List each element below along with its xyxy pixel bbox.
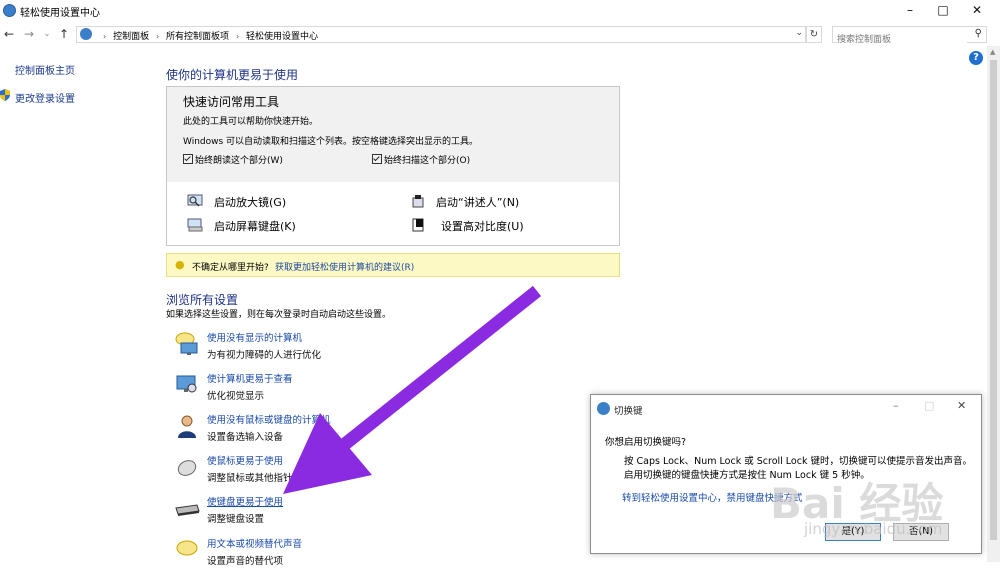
tip-link[interactable]: 获取更加轻松使用计算机的建议(R)	[275, 260, 414, 273]
tip-text: 不确定从哪里开始?	[192, 263, 269, 273]
address-bar: ← → ⌄ ↑ › 控制面板 › 所有控制面板项 › 轻松使用设置中心 ⌄ ↻ …	[0, 24, 1000, 47]
on-screen-keyboard-icon	[187, 218, 203, 232]
dialog-question: 你想启用切换键吗?	[605, 437, 687, 448]
window-title: 轻松使用设置中心	[20, 8, 100, 19]
always-scan-checkbox[interactable]: 始终扫描这个部分(O)	[372, 153, 470, 166]
breadcrumb-all-items[interactable]: 所有控制面板项	[166, 32, 229, 42]
title-bar: 轻松使用设置中心 – □ ✕	[0, 0, 1000, 22]
category-easier-to-see[interactable]: 使计算机更易于查看 优化视觉显示	[175, 371, 475, 407]
monitor-magnify-icon	[176, 375, 197, 393]
ease-of-access-icon	[597, 402, 610, 415]
dialog-close-button[interactable]: ✕	[957, 399, 966, 412]
high-contrast-icon	[412, 218, 424, 232]
speech-bubble-icon	[176, 540, 198, 556]
sidebar-item-control-panel-home[interactable]: 控制面板主页	[15, 62, 75, 77]
chevron-down-icon[interactable]: ⌄	[795, 28, 803, 38]
monitor-speech-icon	[175, 332, 198, 355]
back-arrow-icon[interactable]: ←	[2, 27, 16, 41]
checkbox-checked-icon[interactable]	[372, 154, 382, 164]
magnifier-icon	[187, 194, 203, 207]
narrator-icon	[412, 195, 424, 208]
uac-shield-icon	[0, 89, 10, 101]
breadcrumb-control-panel[interactable]: 控制面板	[113, 32, 149, 42]
category-keyboard[interactable]: 使键盘更易于使用 调整键盘设置	[175, 494, 475, 530]
dialog-minimize-button[interactable]: –	[893, 399, 899, 412]
up-arrow-icon[interactable]: ↑	[57, 27, 71, 41]
control-panel-icon	[80, 28, 92, 40]
category-no-display[interactable]: 使用没有显示的计算机 为有视力障碍的人进行优化	[175, 330, 475, 366]
category-sound-alternatives[interactable]: 用文本或视频替代声音 设置声音的替代项	[175, 536, 475, 572]
refresh-icon[interactable]: ↻	[806, 26, 822, 43]
start-on-screen-keyboard-link[interactable]: 启动屏幕键盘(K)	[214, 218, 296, 234]
quick-access-header: 快速访问常用工具 此处的工具可以帮助你快速开始。 Windows 可以自动读取和…	[167, 87, 619, 182]
vertical-scrollbar[interactable]: ▲	[987, 46, 1000, 562]
quick-access-panel: 快速访问常用工具 此处的工具可以帮助你快速开始。 Windows 可以自动读取和…	[166, 86, 620, 246]
watermark-url: jingyan.baidu.com	[804, 520, 943, 538]
scrollbar-thumb[interactable]	[990, 60, 997, 540]
maximize-button[interactable]: □	[926, 0, 960, 22]
start-narrator-link[interactable]: 启动“讲述人”(N)	[436, 194, 519, 210]
category-no-mouse-keyboard[interactable]: 使用没有鼠标或键盘的计算机 设置备选输入设备	[175, 412, 475, 448]
tip-bar: ● 不确定从哪里开始? 获取更加轻松使用计算机的建议(R)	[166, 253, 620, 277]
category-mouse[interactable]: 使鼠标更易于使用 调整鼠标或其他指针设备的设置	[175, 453, 475, 489]
breadcrumb-ease-of-access[interactable]: 轻松使用设置中心	[246, 32, 318, 42]
browse-all-settings-subtitle: 如果选择这些设置，则在每次登录时自动启动这些设置。	[166, 310, 392, 320]
page-title: 使你的计算机更易于使用	[166, 68, 299, 82]
recent-dropdown-icon[interactable]: ⌄	[40, 27, 54, 41]
search-box[interactable]: ⚲	[832, 26, 987, 47]
search-input[interactable]	[837, 33, 967, 47]
dialog-body-line1: 按 Caps Lock、Num Lock 或 Scroll Lock 键时，切换…	[624, 456, 972, 467]
scroll-up-icon[interactable]: ▲	[990, 48, 995, 56]
quick-access-title: 快速访问常用工具	[183, 95, 280, 109]
quick-access-line2: Windows 可以自动读取和扫描这个列表。按空格键选择突出显示的工具。	[183, 137, 479, 147]
dialog-maximize-button: □	[924, 399, 935, 412]
sidebar-item-change-logon[interactable]: 更改登录设置	[15, 90, 75, 105]
forward-arrow-icon[interactable]: →	[22, 27, 36, 41]
minimize-button[interactable]: –	[893, 0, 927, 22]
dialog-title: 切换键	[614, 406, 643, 417]
checkbox-checked-icon[interactable]	[183, 154, 193, 164]
browse-all-settings-heading: 浏览所有设置	[166, 293, 239, 307]
ease-of-access-icon	[3, 4, 16, 17]
search-icon[interactable]: ⚲	[975, 28, 982, 39]
breadcrumb: › 控制面板 › 所有控制面板项 › 轻松使用设置中心	[103, 32, 319, 42]
close-button[interactable]: ✕	[960, 0, 994, 22]
quick-access-line1: 此处的工具可以帮助你快速开始。	[183, 117, 319, 127]
keyboard-icon	[175, 504, 200, 516]
address-box[interactable]: › 控制面板 › 所有控制面板项 › 轻松使用设置中心 ⌄	[76, 26, 806, 43]
start-magnifier-link[interactable]: 启动放大镜(G)	[214, 194, 286, 210]
person-icon	[178, 415, 196, 438]
lightbulb-icon: ●	[175, 258, 185, 271]
set-high-contrast-link[interactable]: 设置高对比度(U)	[441, 218, 524, 234]
always-read-checkbox[interactable]: 始终朗读这个部分(W)	[183, 153, 283, 166]
help-icon[interactable]: ?	[969, 51, 983, 65]
mouse-icon	[177, 460, 197, 476]
